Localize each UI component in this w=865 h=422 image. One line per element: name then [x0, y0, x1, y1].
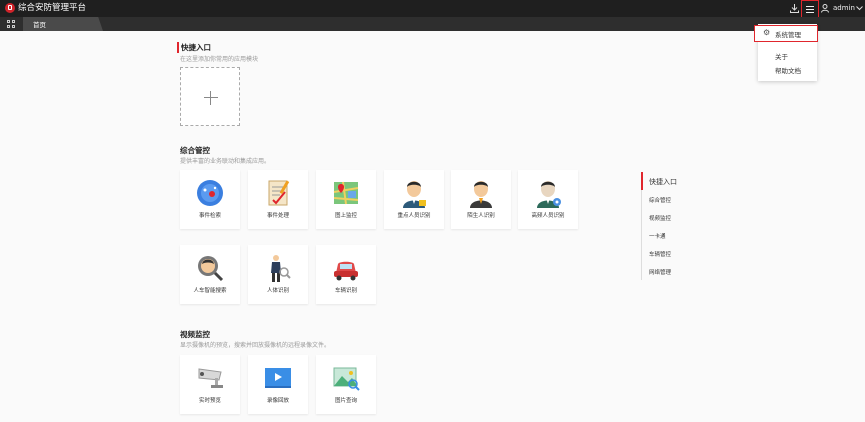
anchor-item-network-management[interactable]: 网络管理 [649, 268, 671, 276]
card-label: 录像回放 [266, 398, 289, 404]
card-label: 事件处理 [266, 213, 289, 219]
card-picture-query[interactable]: 图片查询 [316, 355, 376, 414]
card-event-handling[interactable]: 事件处理 [248, 170, 308, 229]
gear-icon: ⚙ [763, 28, 771, 37]
smart-search-icon [198, 256, 224, 282]
integrated-control-desc: 提供丰富的业务联动和集成应用。 [180, 158, 271, 165]
map-monitoring-icon [333, 181, 359, 205]
anchor-item-integrated-control[interactable]: 综合管控 [649, 196, 671, 204]
menu-button[interactable] [801, 0, 819, 18]
anchor-item-card[interactable]: 一卡通 [649, 232, 666, 240]
app-title: 综合安防管理平台 [18, 3, 87, 13]
card-playback[interactable]: 录像回放 [248, 355, 308, 414]
card-body-recognition[interactable]: 人体识别 [248, 245, 308, 304]
card-frequent-person[interactable]: 高频人员识别 [518, 170, 578, 229]
video-monitoring-title: 视频监控 [180, 330, 210, 339]
card-stranger[interactable]: 陌生人识别 [451, 170, 511, 229]
apps-grid-icon[interactable] [7, 20, 15, 28]
stranger-icon [470, 181, 492, 208]
vehicle-recognition-icon [334, 261, 358, 281]
card-label: 车辆识别 [334, 288, 357, 294]
help-docs-item[interactable]: 帮助文档 [775, 65, 801, 75]
add-shortcut-button[interactable] [180, 67, 240, 126]
card-map-monitoring[interactable]: 图上监控 [316, 170, 376, 229]
event-search-icon [197, 180, 223, 206]
card-key-person[interactable]: 重点人员识别 [384, 170, 444, 229]
user-icon[interactable] [821, 4, 829, 13]
quick-entry-desc: 在这里添加你常用的应用模块 [180, 56, 259, 63]
anchor-item-video-monitoring[interactable]: 视频监控 [649, 214, 671, 222]
card-smart-search[interactable]: 人车智能搜索 [180, 245, 240, 304]
tab-bar [0, 17, 865, 31]
tab-home[interactable]: 首页 [23, 17, 103, 31]
anchor-item-vehicle-control[interactable]: 车辆管控 [649, 250, 671, 258]
card-label: 图上监控 [334, 213, 357, 219]
logo-icon [5, 3, 15, 13]
card-label: 事件检索 [198, 213, 221, 219]
about-item[interactable]: 关于 [775, 51, 788, 61]
card-event-search[interactable]: 事件检索 [180, 170, 240, 229]
quick-entry-title: 快捷入口 [177, 42, 211, 53]
system-management-item[interactable]: ⚙ 系统管理 [754, 25, 818, 42]
card-live-preview[interactable]: 实时预览 [180, 355, 240, 414]
playback-icon [265, 368, 291, 388]
card-label: 实时预览 [198, 398, 221, 404]
anchor-active-indicator [641, 172, 643, 190]
card-label: 陌生人识别 [467, 213, 495, 219]
system-management-label: 系统管理 [775, 31, 801, 39]
integrated-control-title: 综合管控 [180, 146, 210, 155]
username[interactable]: admin [833, 4, 855, 12]
card-label: 人体识别 [266, 288, 289, 294]
card-vehicle-recognition[interactable]: 车辆识别 [316, 245, 376, 304]
key-person-icon [403, 181, 426, 208]
card-label: 高频人员识别 [531, 213, 565, 219]
card-label: 人车智能搜索 [193, 288, 227, 294]
card-label: 图片查询 [334, 398, 357, 404]
event-handling-icon [268, 180, 290, 206]
camera-icon [198, 368, 223, 388]
body-recognition-icon [271, 255, 291, 282]
frequent-person-icon [537, 181, 561, 208]
chevron-down-icon[interactable] [856, 6, 863, 11]
picture-icon [333, 367, 360, 391]
video-monitoring-desc: 显示摄像机的预览，搜索并回放摄像机的远程录像文件。 [180, 342, 331, 349]
anchor-item-quick-entry[interactable]: 快捷入口 [649, 177, 677, 187]
card-label: 重点人员识别 [397, 213, 431, 219]
anchor-nav [641, 172, 702, 280]
top-bar [0, 0, 865, 17]
tab-home-label: 首页 [33, 21, 46, 29]
download-icon[interactable] [790, 4, 799, 13]
